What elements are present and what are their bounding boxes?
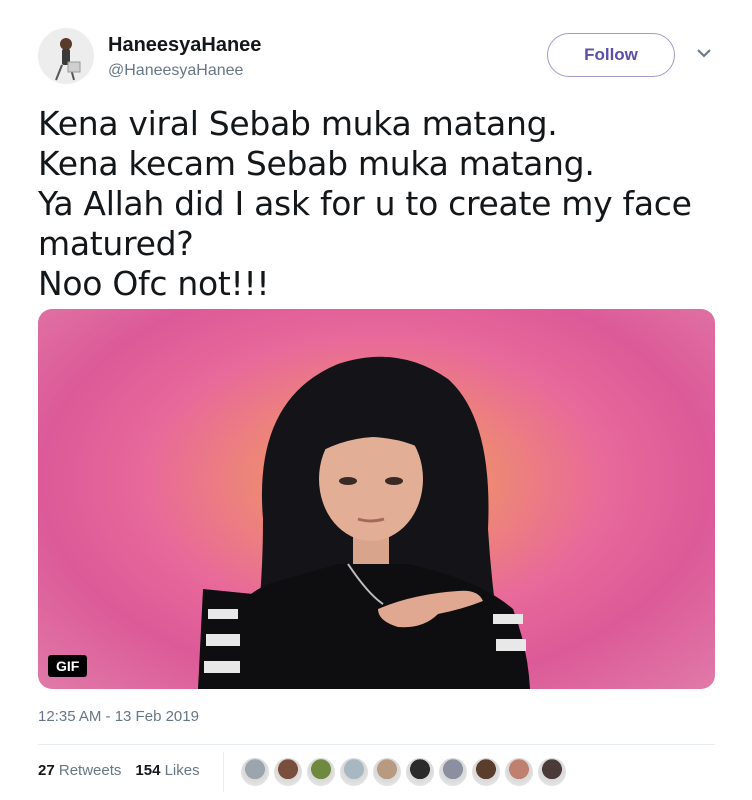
liker-avatar[interactable] [372, 757, 402, 787]
avatar-photo-icon [38, 28, 94, 84]
tweet-line: matured? [38, 224, 194, 263]
tweet-line: Ya Allah did I ask for u to create my fa… [38, 184, 692, 223]
tweet-line: Kena viral Sebab muka matang. [38, 104, 558, 143]
retweets-stat[interactable]: 27 Retweets [38, 762, 121, 779]
liker-avatar[interactable] [504, 757, 534, 787]
liker-avatar[interactable] [240, 757, 270, 787]
likes-count: 154 [135, 762, 161, 779]
liker-avatar[interactable] [471, 757, 501, 787]
tweet-timestamp[interactable]: 12:35 AM - 13 Feb 2019 [38, 708, 199, 725]
tweet-stats: 27 Retweets 154 Likes [38, 762, 200, 779]
author-display-name[interactable]: HaneesyaHanee [108, 34, 261, 57]
likes-label: Likes [164, 762, 200, 779]
tweet-text: Kena viral Sebab muka matang. Kena kecam… [38, 104, 718, 304]
author-avatar[interactable] [38, 28, 94, 84]
liker-avatar[interactable] [273, 757, 303, 787]
tweet-line: Kena kecam Sebab muka matang. [38, 144, 595, 183]
liker-avatar[interactable] [306, 757, 336, 787]
divider [38, 744, 715, 745]
author-handle[interactable]: @HaneesyaHanee [108, 62, 243, 80]
gif-badge: GIF [48, 655, 88, 677]
liker-avatar[interactable] [537, 757, 567, 787]
liker-avatar[interactable] [339, 757, 369, 787]
chevron-down-icon[interactable] [694, 46, 714, 60]
likers-avatars [240, 757, 567, 787]
follow-button[interactable]: Follow [547, 33, 675, 77]
gif-media[interactable]: GIF [38, 309, 715, 689]
liker-avatar[interactable] [438, 757, 468, 787]
likes-stat[interactable]: 154 Likes [135, 762, 199, 779]
gif-person-illustration [198, 356, 530, 689]
stats-separator [223, 752, 224, 792]
liker-avatar[interactable] [405, 757, 435, 787]
retweets-label: Retweets [58, 762, 122, 779]
tweet-header: HaneesyaHanee @HaneesyaHanee Follow [0, 0, 752, 100]
retweets-count: 27 [38, 762, 55, 779]
tweet-line: Noo Ofc not!!! [38, 264, 270, 303]
